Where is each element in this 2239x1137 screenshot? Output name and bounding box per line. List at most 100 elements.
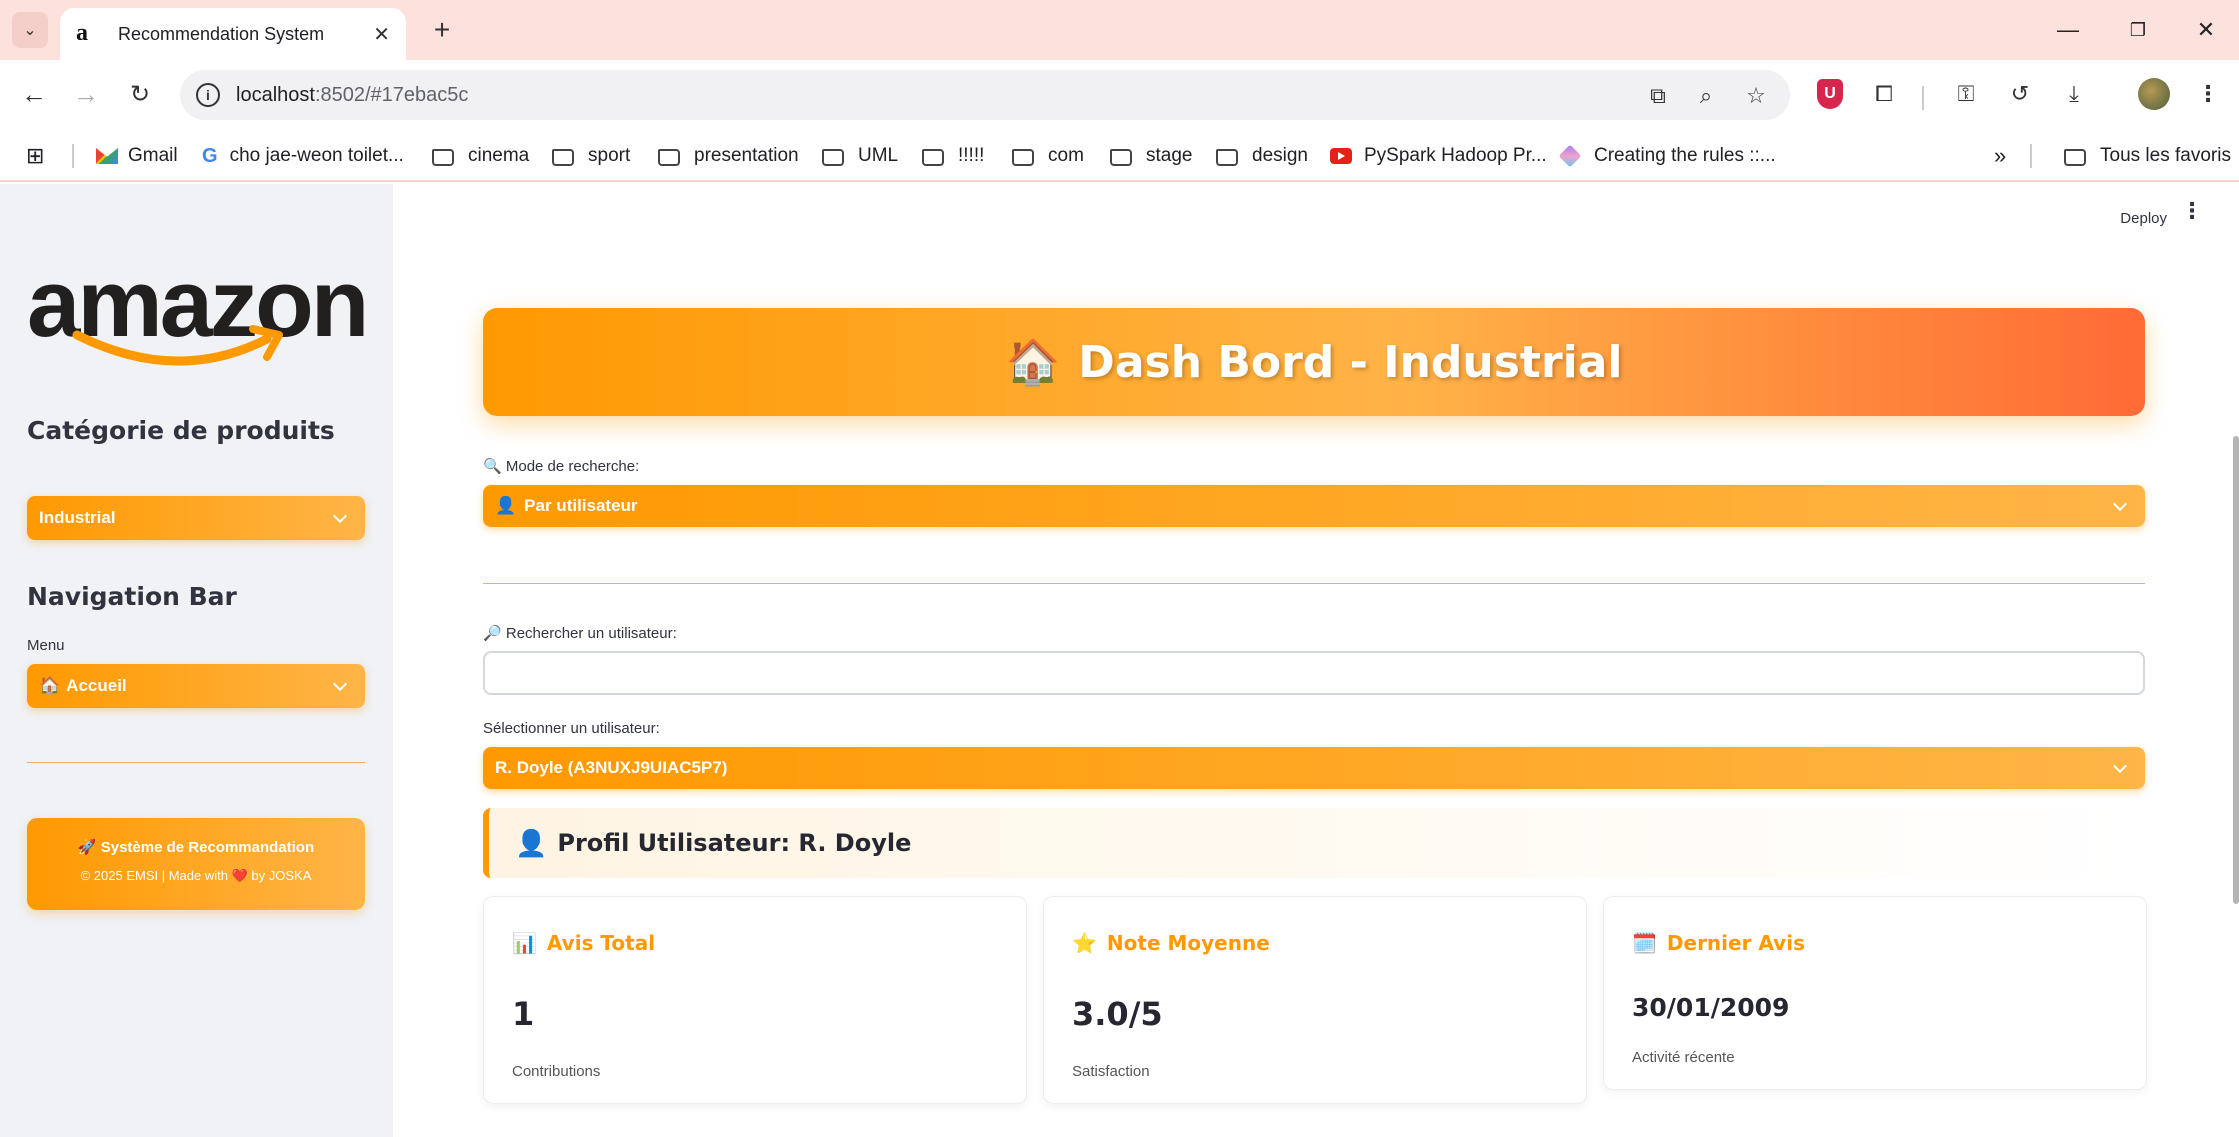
- close-window-icon[interactable]: ✕: [2186, 10, 2226, 50]
- apps-grid-icon[interactable]: ⊞: [26, 142, 44, 170]
- metric-subtitle: Contributions: [512, 1063, 601, 1080]
- bookmark-google[interactable]: Gcho jae-weon toilet...: [202, 142, 404, 170]
- folder-icon: [822, 148, 844, 166]
- amazon-favicon-icon: a: [76, 20, 88, 46]
- bookmarks-separator: [72, 144, 74, 168]
- folder-icon: [1012, 148, 1034, 166]
- nav-heading: Navigation Bar: [27, 582, 237, 611]
- hero-banner: 🏠 Dash Bord - Industrial: [483, 308, 2145, 416]
- select-user-dropdown[interactable]: R. Doyle (A3NUXJ9UIAC5P7): [483, 747, 2145, 789]
- folder-icon: [922, 148, 944, 166]
- metric-subtitle: Satisfaction: [1072, 1063, 1150, 1080]
- main-content: Deploy ⋮ 🏠 Dash Bord - Industrial 🔍 Mode…: [393, 184, 2239, 1137]
- user-icon: 👤: [515, 827, 548, 858]
- browser-tab-bar: ⌄ a Recommendation System ✕ + — ❐ ✕: [0, 0, 2239, 60]
- menu-label: Menu: [27, 637, 65, 654]
- vertical-scrollbar[interactable]: [2233, 436, 2239, 904]
- heart-icon: ❤️: [231, 868, 248, 883]
- address-bar[interactable]: i localhost:8502/#17ebac5c ⧉ ⌕ ☆: [180, 70, 1790, 120]
- chevron-down-icon: [332, 508, 348, 523]
- forward-icon[interactable]: →: [66, 74, 106, 114]
- profile-header: 👤 Profil Utilisateur: R. Doyle: [483, 808, 2145, 878]
- category-select-value: Industrial: [39, 508, 116, 527]
- more-bookmarks-icon[interactable]: »: [1994, 142, 2006, 170]
- search-user-input[interactable]: [483, 651, 2145, 695]
- bookmark-folder-design[interactable]: design: [1216, 142, 1308, 170]
- minimize-icon[interactable]: —: [2048, 10, 2088, 50]
- metric-card-total-reviews: 📊 Avis Total 1 Contributions: [483, 896, 1027, 1104]
- select-user-value: R. Doyle (A3NUXJ9UIAC5P7): [495, 758, 728, 777]
- metric-value: 30/01/2009: [1632, 993, 1790, 1022]
- app-menu-icon[interactable]: ⋮: [2181, 200, 2203, 222]
- search-mode-value: Par utilisateur: [524, 496, 638, 515]
- chevron-down-icon: [2112, 496, 2128, 511]
- calendar-icon: 🗓️: [1632, 931, 1657, 955]
- bookmark-folder-exclaim[interactable]: !!!!!: [922, 142, 984, 170]
- tab-title: Recommendation System: [118, 23, 325, 44]
- amazon-logo: amazon: [27, 256, 369, 369]
- deploy-button[interactable]: Deploy: [2120, 210, 2167, 227]
- translate-icon[interactable]: ⧉: [1644, 82, 1672, 110]
- browser-toolbar: ← → ↻ i localhost:8502/#17ebac5c ⧉ ⌕ ☆ U…: [0, 60, 2239, 182]
- bar-chart-icon: 📊: [512, 931, 537, 955]
- menu-select-value: Accueil: [66, 676, 127, 695]
- bookmark-folder-com[interactable]: com: [1012, 142, 1084, 170]
- site-info-icon[interactable]: i: [196, 83, 220, 107]
- profile-title: Profil Utilisateur: R. Doyle: [557, 829, 912, 857]
- metric-title: Note Moyenne: [1106, 931, 1270, 955]
- folder-icon: [1216, 148, 1238, 166]
- metric-subtitle: Activité récente: [1632, 1049, 1735, 1066]
- metric-card-last-review: 🗓️ Dernier Avis 30/01/2009 Activité récen…: [1603, 896, 2147, 1090]
- google-icon: G: [202, 144, 218, 167]
- tab-search-button[interactable]: ⌄: [12, 12, 48, 48]
- reload-icon[interactable]: ↻: [120, 74, 160, 114]
- password-key-icon[interactable]: ⚿: [1950, 78, 1982, 110]
- bookmarks-separator: [2030, 144, 2032, 168]
- metric-title: Avis Total: [546, 931, 656, 955]
- bookmark-folder-uml[interactable]: UML: [822, 142, 898, 170]
- metric-card-average-rating: ⭐ Note Moyenne 3.0/5 Satisfaction: [1043, 896, 1587, 1104]
- gmail-icon: [96, 148, 118, 164]
- star-icon: ⭐: [1072, 931, 1097, 955]
- bookmarks-bar: ⊞ Gmail Gcho jae-weon toilet... cinema s…: [0, 132, 2239, 178]
- browser-tab[interactable]: a Recommendation System ✕: [60, 8, 406, 60]
- restore-icon[interactable]: ❐: [2118, 10, 2158, 50]
- category-select[interactable]: Industrial: [27, 496, 365, 540]
- bookmark-folder-stage[interactable]: stage: [1110, 142, 1192, 170]
- footer-title: Système de Recommandation: [100, 839, 315, 856]
- all-bookmarks[interactable]: Tous les favoris: [2064, 142, 2231, 170]
- menu-select[interactable]: 🏠 Accueil: [27, 664, 365, 708]
- extensions-icon[interactable]: ⧠: [1868, 78, 1900, 110]
- url-path: :8502/#17ebac5c: [314, 83, 469, 106]
- amazon-smile-icon: [72, 325, 283, 366]
- browser-menu-icon[interactable]: ⋮: [2192, 78, 2224, 110]
- bookmark-pyspark[interactable]: PySpark Hadoop Pr...: [1330, 142, 1547, 170]
- ublock-extension-icon[interactable]: U: [1814, 78, 1846, 110]
- select-user-label: Sélectionner un utilisateur:: [483, 720, 660, 737]
- house-icon: 🏠: [1005, 338, 1061, 387]
- metric-value: 3.0/5: [1072, 995, 1163, 1033]
- bookmark-folder-sport[interactable]: sport: [552, 142, 630, 170]
- sidebar-divider: [27, 762, 365, 763]
- bookmark-creating-rules[interactable]: Creating the rules ::...: [1558, 142, 1776, 170]
- url-host: localhost: [236, 83, 315, 106]
- history-icon[interactable]: ↺: [2004, 78, 2036, 110]
- bookmark-star-icon[interactable]: ☆: [1742, 82, 1770, 110]
- close-tab-icon[interactable]: ✕: [373, 22, 390, 47]
- section-divider: [483, 583, 2145, 584]
- sidebar: amazon Catégorie de produits Industrial …: [0, 184, 393, 1137]
- search-mode-label: 🔍 Mode de recherche:: [483, 458, 640, 475]
- bookmark-folder-presentation[interactable]: presentation: [658, 142, 799, 170]
- bookmark-gmail[interactable]: Gmail: [96, 142, 178, 170]
- bookmark-folder-cinema[interactable]: cinema: [432, 142, 529, 170]
- back-icon[interactable]: ←: [14, 74, 54, 114]
- download-icon[interactable]: ⤓: [2058, 78, 2090, 110]
- footer-author: by JOSKA: [251, 868, 312, 883]
- profile-avatar[interactable]: [2138, 78, 2170, 110]
- zoom-icon[interactable]: ⌕: [1692, 82, 1720, 110]
- cube-icon: [1558, 144, 1582, 168]
- footer-credit: © 2025 EMSI | Made with: [80, 868, 228, 883]
- new-tab-button[interactable]: +: [424, 12, 460, 48]
- search-mode-select[interactable]: 👤 Par utilisateur: [483, 485, 2145, 527]
- rocket-icon: 🚀: [77, 839, 97, 856]
